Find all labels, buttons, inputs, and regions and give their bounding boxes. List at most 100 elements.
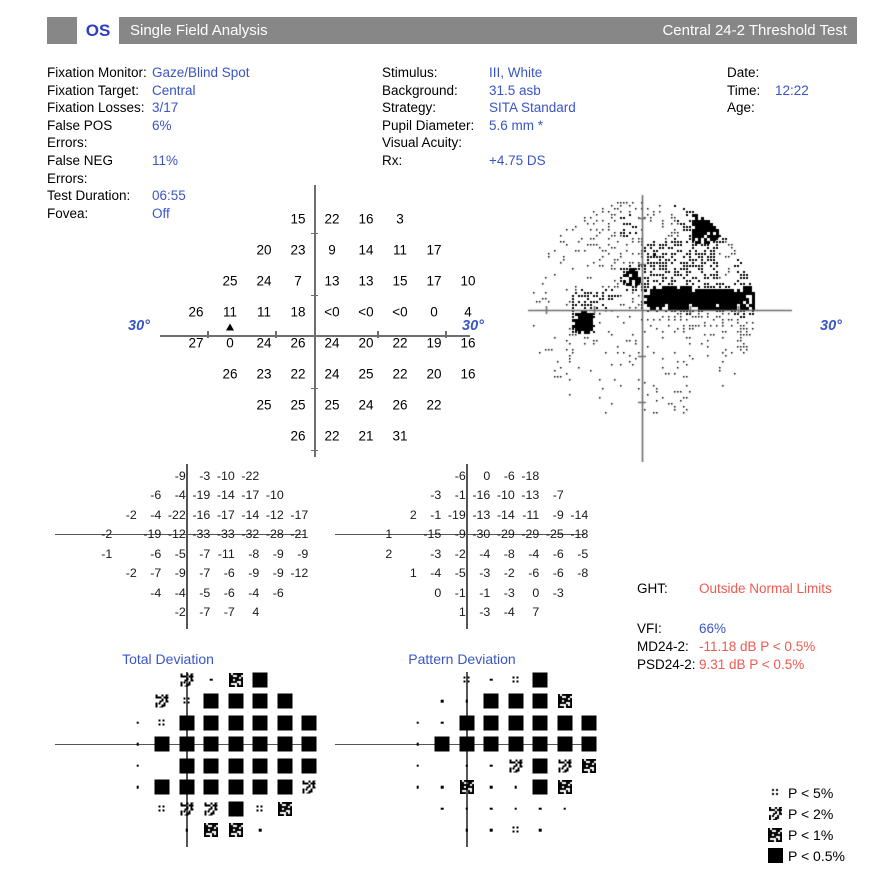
ght-value: Outside Normal Limits xyxy=(699,581,832,596)
threshold-value: 24 xyxy=(256,273,272,288)
param-mid-label: Visual Acuity: xyxy=(382,135,463,151)
param-left-row: Fixation Monitor: Gaze/Blind Spot xyxy=(47,64,250,82)
threshold-value: 23 xyxy=(290,242,306,257)
total-deviation-value: -4 xyxy=(174,488,186,503)
prob-p5-icon xyxy=(462,675,472,685)
prob-dot-icon xyxy=(440,785,444,789)
prob-dot-icon xyxy=(440,721,444,725)
threshold-value: 26 xyxy=(290,335,306,350)
p1-icon xyxy=(762,827,788,842)
threshold-value: 4 xyxy=(464,304,472,319)
legend-row: P < 0.5% xyxy=(762,845,845,866)
deg-label-mid: 30° xyxy=(462,318,484,334)
prob-dot-icon xyxy=(416,721,420,725)
pattern-deviation-value: -1 xyxy=(430,507,442,522)
prob-dot-icon xyxy=(465,828,469,832)
pattern-deviation-value: -9 xyxy=(552,507,564,522)
param-mid-label: Stimulus: xyxy=(382,65,438,80)
pattern-deviation-value: -4 xyxy=(479,546,491,561)
pattern-deviation-vertical-axis xyxy=(466,464,468,629)
prob-dot-icon xyxy=(465,807,469,811)
pattern-deviation-value: -6 xyxy=(454,468,466,483)
threshold-value: <0 xyxy=(358,304,374,319)
param-left-value: 11% xyxy=(152,152,179,168)
threshold-value: 14 xyxy=(358,242,374,257)
total-deviation-value: -14 xyxy=(241,507,260,522)
param-left-label: Fixation Monitor: xyxy=(47,65,147,80)
threshold-value: 31 xyxy=(392,428,408,443)
threshold-value: 24 xyxy=(324,335,340,350)
pattern-deviation-value: -8 xyxy=(577,566,589,581)
psd-label: PSD24-2: xyxy=(637,657,696,672)
prob-dot-icon xyxy=(440,699,444,703)
prob-p05-icon xyxy=(301,758,317,774)
pattern-deviation-value: -13 xyxy=(521,488,540,503)
prob-dot-icon xyxy=(465,699,469,703)
param-right-row: Age: xyxy=(727,99,809,117)
title-bar-main: Single Field Analysis Central 24-2 Thres… xyxy=(119,17,857,44)
threshold-value: 11 xyxy=(222,304,238,319)
blind-spot-marker xyxy=(226,323,234,330)
pattern-deviation-value: -7 xyxy=(552,488,564,503)
param-mid-value: III, White xyxy=(489,65,543,80)
legend-label: P < 1% xyxy=(788,826,834,843)
pattern-deviation-value: -3 xyxy=(430,488,442,503)
param-left-label: Test Duration: xyxy=(47,188,131,204)
prob-p05-icon xyxy=(581,715,597,731)
prob-p05-icon xyxy=(203,693,219,709)
threshold-value: <0 xyxy=(324,304,340,319)
prob-dot-icon xyxy=(136,742,140,746)
prob-p05-icon xyxy=(277,779,293,795)
param-mid-value: SITA Standard xyxy=(489,100,576,116)
total-deviation-value: -7 xyxy=(199,605,211,620)
total-deviation-value: -3 xyxy=(199,468,211,483)
total-deviation-value: -2 xyxy=(174,605,186,620)
total-deviation-value: -33 xyxy=(216,527,235,542)
prob-p05-icon xyxy=(483,736,499,752)
prob-p05-icon xyxy=(532,672,548,688)
param-left-value: 6% xyxy=(152,117,172,133)
param-left-value: 3/17 xyxy=(152,100,179,116)
axis-tick xyxy=(207,331,209,338)
pattern-deviation-value: -30 xyxy=(472,527,491,542)
prob-p05-icon xyxy=(228,758,244,774)
axis-tick xyxy=(275,331,277,338)
threshold-value: 3 xyxy=(396,211,404,226)
vertical-axis xyxy=(314,185,316,457)
prob-p5-icon xyxy=(157,804,167,814)
threshold-value: 13 xyxy=(324,273,340,288)
ght-label: GHT: xyxy=(637,581,668,596)
threshold-value: <0 xyxy=(392,304,408,319)
pattern-deviation-value: -29 xyxy=(521,527,540,542)
param-left-label: Fixation Losses: xyxy=(47,100,145,116)
threshold-value: 18 xyxy=(290,304,306,319)
total-deviation-value: -5 xyxy=(199,585,211,600)
prob-p1-icon xyxy=(582,758,597,773)
pattern-deviation-value: -2 xyxy=(503,566,515,581)
pattern-deviation-value: -3 xyxy=(552,585,564,600)
prob-dot-icon xyxy=(489,678,493,682)
pattern-deviation-value: -4 xyxy=(528,546,540,561)
total-deviation-value: -6 xyxy=(272,585,284,600)
threshold-value: 7 xyxy=(294,273,302,288)
threshold-value: 25 xyxy=(324,397,340,412)
total-deviation-value: -33 xyxy=(192,527,211,542)
test-type-label: Central 24-2 Threshold Test xyxy=(662,22,847,39)
pattern-deviation-value: 0 xyxy=(483,468,491,483)
total-deviation-value: -32 xyxy=(241,527,260,542)
prob-p05-icon xyxy=(767,848,783,863)
prob-dot-icon xyxy=(136,785,140,789)
p2-icon xyxy=(762,807,788,820)
param-left-label: Fovea: xyxy=(47,205,89,221)
total-deviation-value: -9 xyxy=(272,566,284,581)
axis-tick xyxy=(377,331,379,338)
prob-dot-icon xyxy=(489,828,493,832)
prob-dot-icon xyxy=(416,785,420,789)
ght-row: GHT: Outside Normal Limits xyxy=(637,580,832,598)
prob-p05-icon xyxy=(434,736,450,752)
param-mid-label: Background: xyxy=(382,82,458,98)
pattern-deviation-value: 1 xyxy=(385,527,393,542)
prob-p05-icon xyxy=(252,736,268,752)
total-deviation-value: -10 xyxy=(265,488,284,503)
param-right-row: Time: 12:22 xyxy=(727,82,809,100)
